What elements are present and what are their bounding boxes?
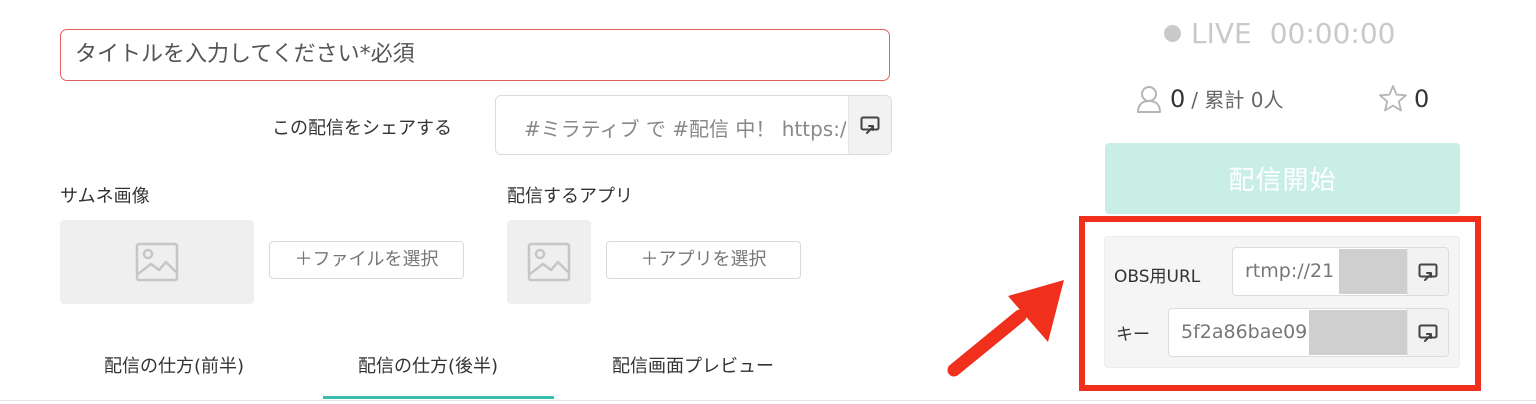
viewer-count: 0 [1170,84,1186,113]
obs-key-field[interactable]: 5f2a86bae09ce [1168,308,1449,357]
copy-icon [1418,263,1438,281]
live-status: LIVE 00:00:00 [1164,17,1395,50]
star-count-row: 0 [1378,84,1429,113]
obs-url-label: OBS用URL [1114,267,1201,287]
share-copy-button[interactable] [848,96,891,154]
viewer-total: / 累計 0人 [1191,88,1284,112]
image-placeholder-icon [527,242,571,282]
app-select-button[interactable]: ＋アプリを選択 [606,241,801,279]
obs-key-copy-button[interactable] [1407,309,1448,356]
tab-howto-second-half[interactable]: 配信の仕方(後半) [358,352,498,378]
image-placeholder-icon [135,242,179,282]
share-text-field[interactable]: #ミラティブ で #配信 中！ https://www.mirrativ.com [495,95,892,155]
user-icon [1137,85,1161,113]
obs-url-value: rtmp://21 [1245,260,1335,282]
app-label: 配信するアプリ [507,186,633,207]
live-dot-icon [1164,25,1181,42]
star-icon [1379,85,1407,112]
title-input[interactable]: タイトルを入力してください*必須 [60,29,890,81]
live-timer: 00:00:00 [1269,17,1396,50]
divider [0,400,1536,401]
copy-icon [860,116,880,134]
obs-url-copy-button[interactable] [1407,248,1448,295]
active-tab-indicator [323,396,554,399]
star-count: 0 [1414,84,1430,113]
start-stream-button[interactable]: 配信開始 [1105,143,1460,214]
app-preview[interactable] [507,220,591,304]
obs-key-value: 5f2a86bae09ce [1181,321,1306,343]
copy-icon [1418,324,1438,342]
thumbnail-preview[interactable] [60,220,254,304]
annotation-arrow-icon [947,280,1064,377]
tab-howto-first-half[interactable]: 配信の仕方(前半) [104,352,244,378]
redaction-mask [1309,310,1409,355]
file-select-button[interactable]: ＋ファイルを選択 [269,241,464,279]
share-text-value: #ミラティブ で #配信 中！ https://www.mirrativ.com [524,117,846,141]
redaction-mask [1339,249,1409,294]
viewer-count-row: 0 / 累計 0人 [1136,84,1283,113]
live-label: LIVE [1191,17,1252,50]
tab-stream-preview[interactable]: 配信画面プレビュー [612,352,774,378]
thumbnail-label: サムネ画像 [60,186,150,207]
share-label: この配信をシェアする [272,118,452,139]
obs-url-field[interactable]: rtmp://21 [1232,247,1449,296]
obs-key-label: キー [1116,325,1150,345]
